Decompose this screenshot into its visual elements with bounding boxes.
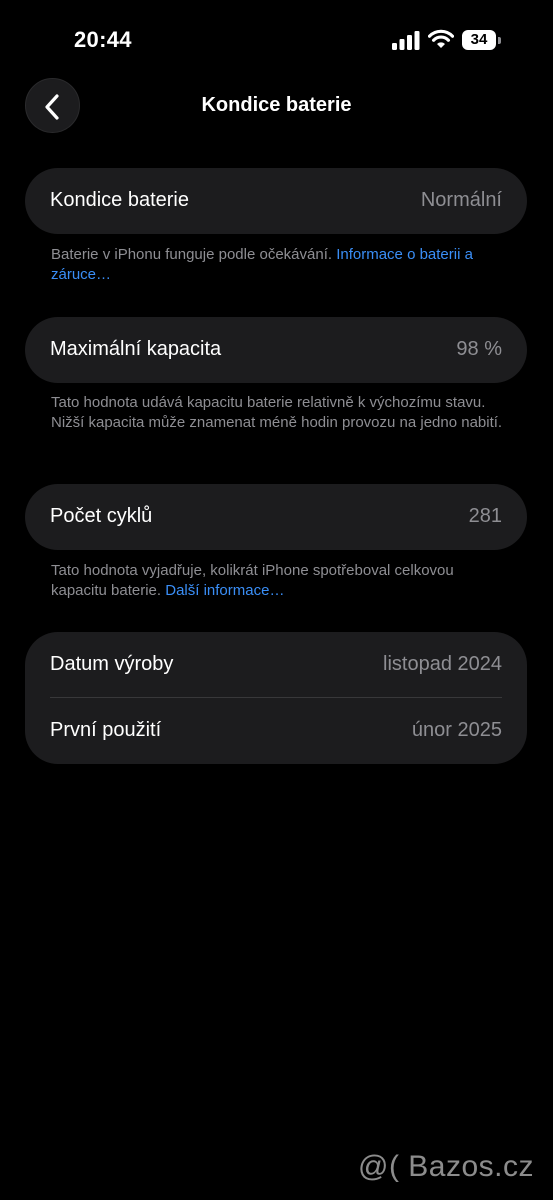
battery-icon: 34: [462, 30, 502, 50]
manufacture-date-row: Datum výroby listopad 2024: [25, 632, 527, 698]
max-capacity-footnote: Tato hodnota udává kapacitu baterie rela…: [51, 393, 506, 433]
battery-health-card: Kondice baterie Normální: [25, 168, 527, 234]
first-use-value: únor 2025: [411, 719, 502, 741]
first-use-row: První použití únor 2025: [25, 698, 527, 764]
max-capacity-row: Maximální kapacita 98 %: [25, 317, 527, 383]
nav-bar: Kondice baterie: [0, 76, 553, 136]
cycle-count-footnote: Tato hodnota vyjadřuje, kolikrát iPhone …: [51, 561, 506, 601]
max-capacity-card: Maximální kapacita 98 %: [25, 317, 527, 383]
cycle-count-label: Počet cyklů: [50, 505, 153, 527]
cycle-count-value: 281: [468, 505, 502, 527]
battery-health-row: Kondice baterie Normální: [25, 168, 527, 234]
battery-health-label: Kondice baterie: [50, 189, 189, 211]
manufacture-date-value: listopad 2024: [383, 653, 502, 675]
more-info-link[interactable]: Další informace…: [165, 582, 284, 599]
battery-health-value: Normální: [420, 189, 502, 211]
status-time: 20:44: [74, 27, 132, 52]
max-capacity-value: 98 %: [456, 338, 502, 360]
page-title: Kondice baterie: [201, 94, 352, 116]
max-capacity-label: Maximální kapacita: [50, 338, 222, 360]
max-capacity-footnote-text: Tato hodnota udává kapacitu baterie rela…: [51, 394, 503, 431]
cycle-count-row: Počet cyklů 281: [25, 484, 527, 550]
cycle-count-card: Počet cyklů 281: [25, 484, 527, 550]
status-bar: 20:44 34: [0, 0, 553, 80]
manufacture-date-label: Datum výroby: [50, 653, 174, 675]
bazos-watermark: @( Bazos.cz: [358, 1150, 534, 1183]
cellular-signal-icon: [392, 31, 420, 50]
dates-card: Datum výroby listopad 2024 První použití…: [25, 632, 527, 764]
wifi-icon: [428, 29, 454, 48]
battery-health-footnote: Baterie v iPhonu funguje podle očekávání…: [51, 245, 506, 285]
first-use-label: První použití: [50, 719, 162, 741]
battery-level: 34: [470, 31, 488, 48]
battery-health-footnote-text: Baterie v iPhonu funguje podle očekávání…: [51, 246, 337, 263]
